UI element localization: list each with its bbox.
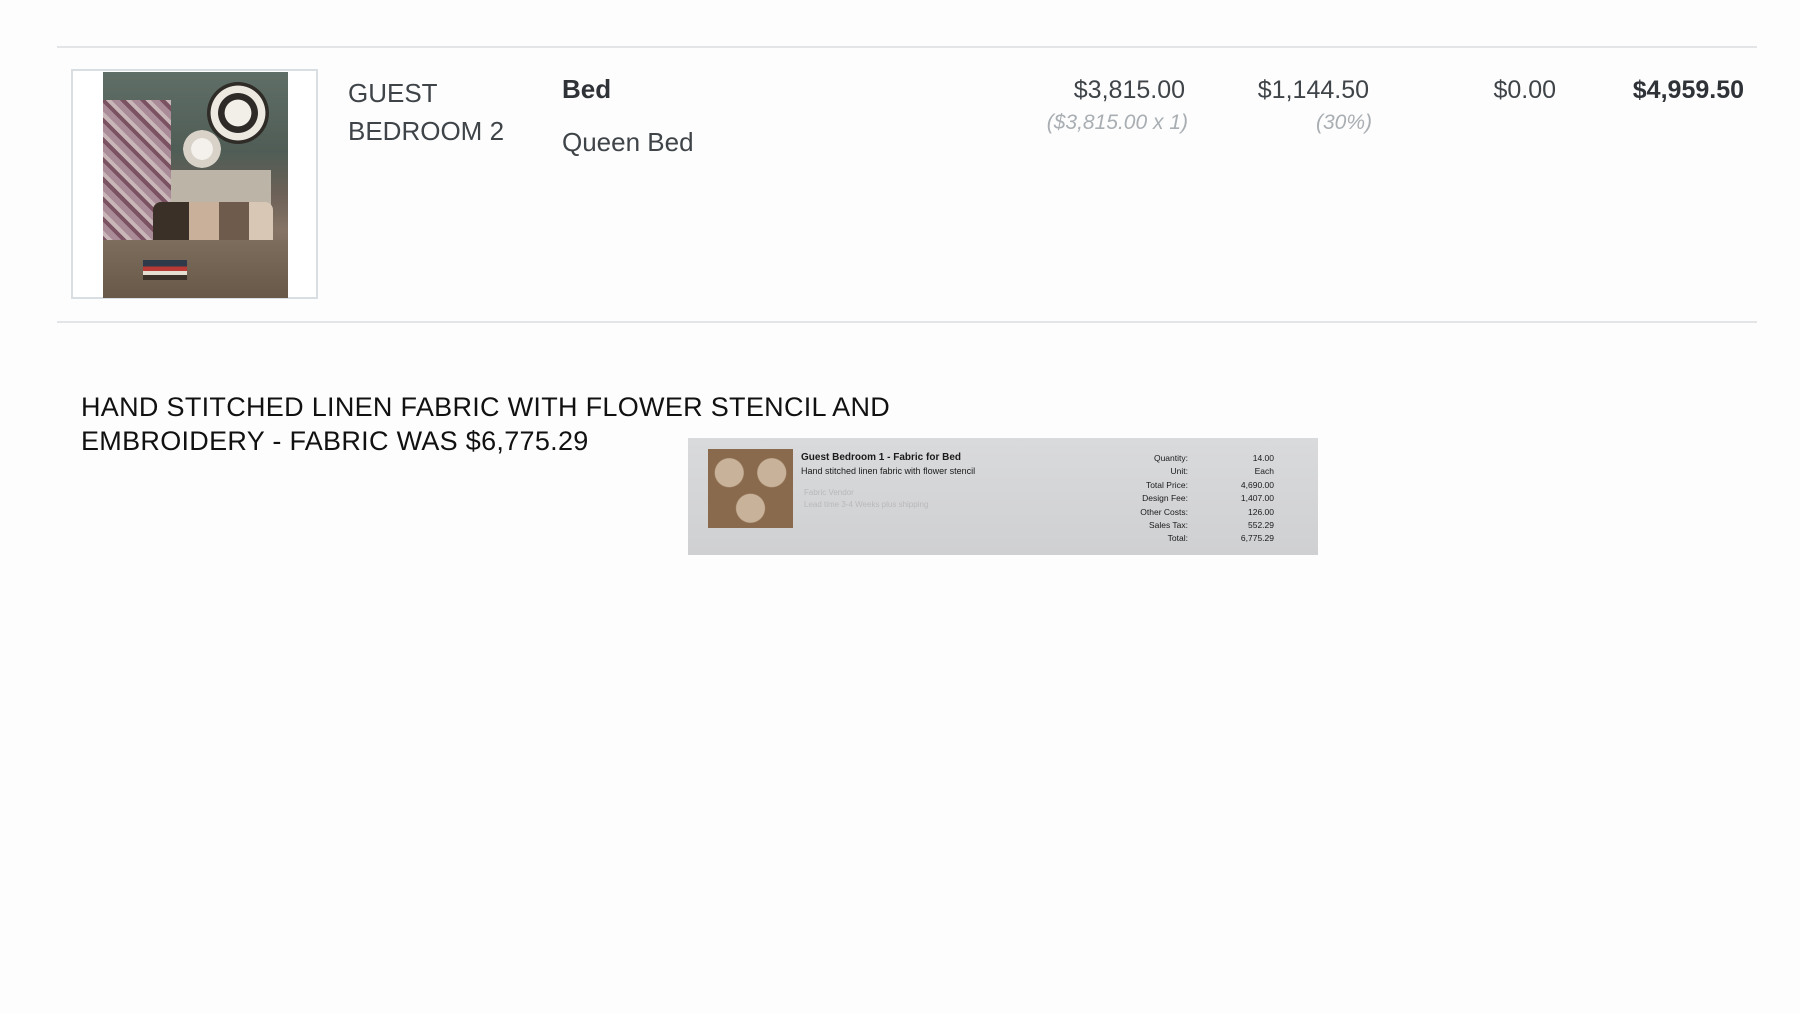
receipt-label: Total: <box>1167 533 1188 544</box>
receipt-value: 4,690.00 <box>1240 479 1274 490</box>
receipt-value: 6,775.29 <box>1240 533 1274 544</box>
room-name-line-1: GUEST <box>348 78 438 108</box>
receipt-row: Total Price: 4,690.00 <box>1128 479 1274 492</box>
receipt-title: Guest Bedroom 1 - Fabric for Bed <box>801 452 962 463</box>
receipt-value: 14.00 <box>1252 453 1274 463</box>
receipt-label: Other Costs: <box>1140 506 1188 517</box>
receipt-value: 1,407.00 <box>1240 493 1274 504</box>
markup-percent: (30%) <box>1315 111 1372 134</box>
bedding-graphic <box>103 240 288 298</box>
room-name: GUEST BEDROOM 2 <box>348 74 504 150</box>
bed-photo <box>103 72 288 298</box>
receipt-row: Quantity: 14.00 <box>1128 452 1274 465</box>
receipt-row: Unit: Each <box>1128 465 1274 478</box>
receipt-row: Total: 6,775.29 <box>1128 532 1274 545</box>
fabric-receipt-image: Guest Bedroom 1 - Fabric for Bed Hand st… <box>688 438 1318 555</box>
fabric-swatch <box>708 449 793 528</box>
books-graphic <box>143 260 187 280</box>
receipt-label: Design Fee: <box>1142 493 1188 504</box>
receipt-faint-line-1: Fabric Vendor <box>804 488 854 497</box>
item-thumbnail[interactable] <box>71 69 318 299</box>
receipt-description: Hand stitched linen fabric with flower s… <box>801 466 976 476</box>
receipt-value: Each <box>1254 466 1274 477</box>
pillows-graphic <box>153 202 273 242</box>
bottom-divider <box>57 321 1757 323</box>
wall-decor-large-graphic <box>207 82 269 144</box>
unit-price: $3,815.00 <box>1073 76 1185 104</box>
wall-decor-small-graphic <box>183 130 221 168</box>
receipt-label: Sales Tax: <box>1148 520 1188 531</box>
receipt-label: Total Price: <box>1145 479 1188 490</box>
item-description: Queen Bed <box>562 127 694 157</box>
unit-price-detail: ($3,815.00 x 1) <box>1046 111 1188 134</box>
receipt-value: 126.00 <box>1248 506 1274 517</box>
fabric-note-line-1: HAND STITCHED LINEN FABRIC WITH FLOWER S… <box>81 392 891 422</box>
room-name-line-2: BEDROOM 2 <box>348 116 505 146</box>
receipt-value: 552.29 <box>1248 520 1274 531</box>
receipt-faint-line-2: Lead time 3-4 Weeks plus shipping <box>804 500 929 509</box>
receipt-cost-table: Quantity: 14.00 Unit: Each Total Price: 4,6… <box>1128 452 1274 546</box>
receipt-row: Other Costs: 126.00 <box>1128 506 1274 519</box>
item-title[interactable]: Bed <box>562 74 611 105</box>
receipt-label: Quantity: <box>1153 453 1188 463</box>
top-divider <box>57 46 1757 48</box>
markup-amount: $1,144.50 <box>1257 76 1369 104</box>
receipt-row: Design Fee: 1,407.00 <box>1128 492 1274 505</box>
receipt-row: Sales Tax: 552.29 <box>1128 519 1274 532</box>
line-total: $4,959.50 <box>1632 76 1744 104</box>
tax-amount: $0.00 <box>1493 76 1556 104</box>
receipt-label: Unit: <box>1170 466 1188 477</box>
